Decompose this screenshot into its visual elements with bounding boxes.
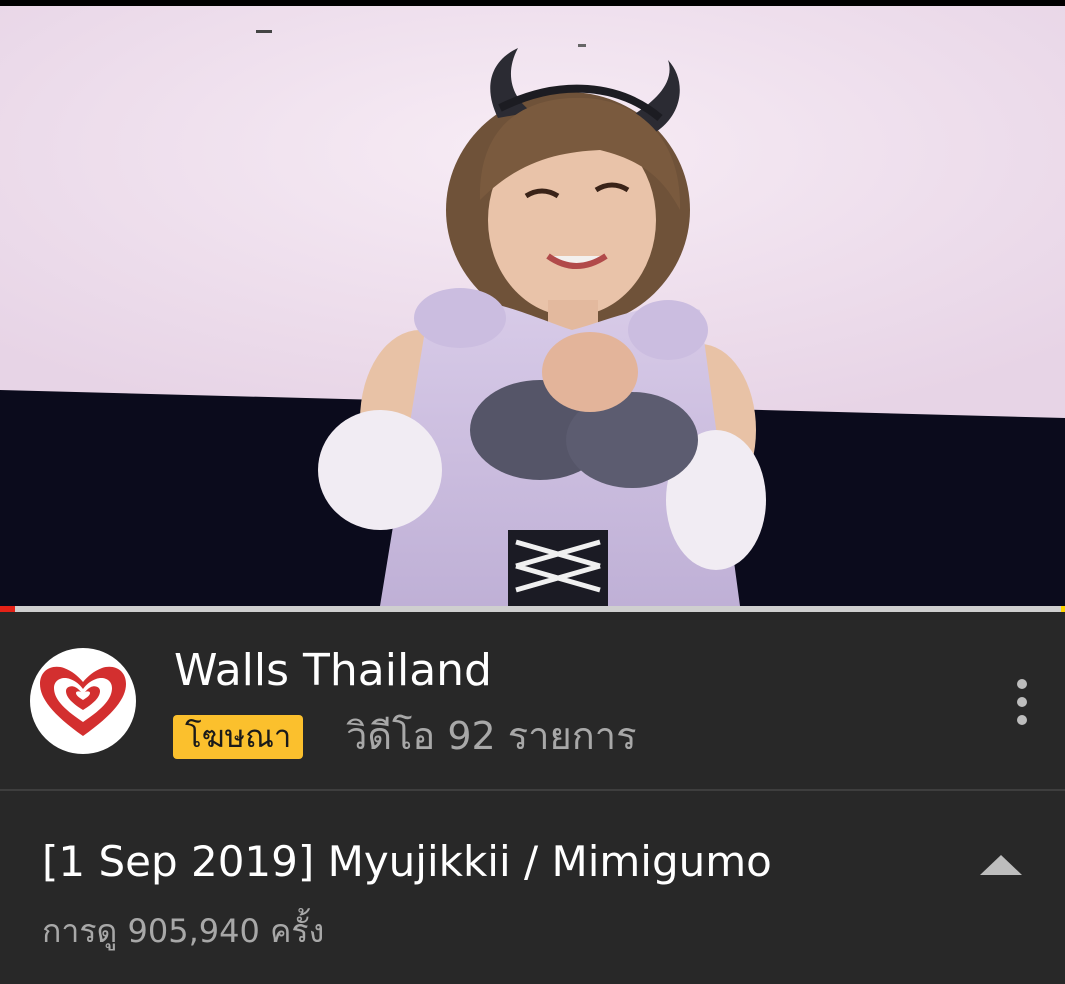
video-player[interactable]	[0, 0, 1065, 612]
channel-name[interactable]: Walls Thailand	[174, 644, 492, 698]
collapse-button[interactable]	[978, 849, 1024, 879]
video-info[interactable]: [1 Sep 2019] Myujikkii / Mimigumo การดู …	[0, 791, 1065, 984]
ad-badge: โฆษณา	[173, 715, 304, 759]
video-frame	[0, 0, 1065, 606]
walls-heart-logo-icon	[40, 666, 126, 736]
more-dot	[1017, 697, 1027, 707]
video-title[interactable]: [1 Sep 2019] Myujikkii / Mimigumo	[42, 835, 772, 889]
more-dot	[1017, 715, 1027, 725]
caret-up-icon	[980, 855, 1022, 875]
channel-row[interactable]: Walls Thailand โฆษณา วิดีโอ 92 รายการ	[0, 612, 1065, 790]
channel-avatar[interactable]	[30, 648, 136, 754]
more-vert-icon[interactable]	[1002, 676, 1042, 728]
channel-video-count: วิดีโอ 92 รายการ	[346, 714, 637, 758]
view-count: การดู 905,940 ครั้ง	[42, 912, 325, 950]
more-dot	[1017, 679, 1027, 689]
watch-page: Walls Thailand โฆษณา วิดีโอ 92 รายการ [1…	[0, 0, 1065, 984]
